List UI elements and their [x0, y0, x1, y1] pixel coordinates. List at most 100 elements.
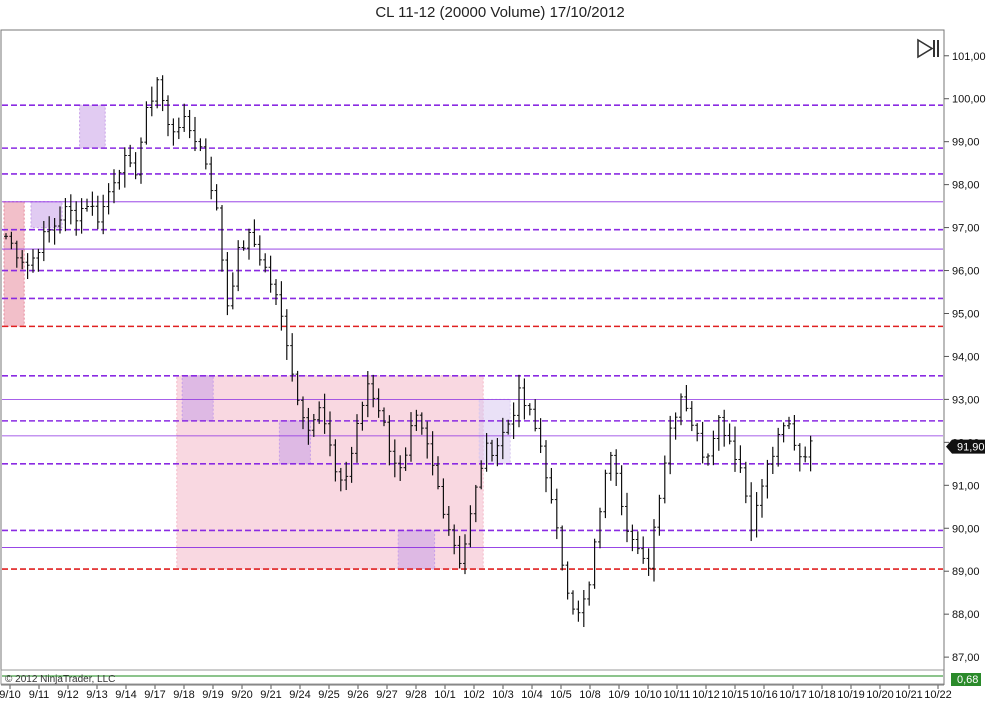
volume-panel-frame: [0, 669, 945, 685]
zone-box: [278, 420, 311, 465]
ohlc-bar: [90, 191, 95, 216]
ohlc-bar: [220, 205, 224, 272]
x-tick-label: 10/9: [608, 689, 629, 701]
ohlc-bar: [106, 183, 111, 215]
y-tick-label: 88,00: [952, 609, 980, 621]
x-tick-label: 9/14: [115, 689, 136, 701]
x-tick-label: 10/4: [521, 689, 542, 701]
ohlc-bar: [652, 519, 656, 582]
ohlc-bar: [182, 103, 187, 132]
x-tick-label: 10/16: [750, 689, 778, 701]
x-tick-label: 10/22: [924, 689, 952, 701]
ohlc-bar: [733, 426, 737, 472]
ohlc-bar: [171, 118, 176, 146]
ohlc-bar: [581, 589, 586, 628]
x-tick-label: 10/21: [895, 689, 923, 701]
ohlc-bar: [549, 467, 554, 504]
ohlc-bar: [587, 581, 592, 606]
x-tick-label: 9/26: [347, 689, 368, 701]
ohlc-bar: [74, 201, 79, 236]
ohlc-bar: [619, 465, 624, 516]
y-tick-label: 93,00: [952, 394, 980, 406]
ohlc-bar: [776, 427, 781, 467]
x-tick-label: 10/1: [434, 689, 455, 701]
ohlc-bar: [166, 95, 170, 137]
ohlc-bar: [565, 561, 570, 600]
x-tick-label: 10/17: [779, 689, 807, 701]
ohlc-bar: [614, 449, 619, 486]
ohlc-bar: [668, 415, 673, 475]
ohlc-bar: [122, 147, 127, 188]
y-tick-label: 99,00: [952, 137, 980, 149]
ohlc-bar: [209, 156, 214, 200]
ohlc-bar: [63, 198, 68, 232]
ohlc-bar: [797, 443, 802, 472]
y-tick-label: 100,00: [952, 94, 986, 106]
y-tick-label: 91,00: [952, 480, 980, 492]
ohlc-bar: [176, 117, 181, 140]
ohlc-bar: [598, 507, 602, 549]
plot-frame: [0, 29, 945, 671]
zone-box: [3, 201, 25, 327]
y-axis: 87,0088,0089,0090,0091,0092,0093,0094,00…: [944, 51, 986, 664]
x-tick-label: 9/21: [260, 689, 281, 701]
ohlc-bar: [808, 435, 813, 472]
zone-box: [397, 529, 436, 570]
ohlc-bar: [31, 249, 35, 273]
x-tick-label: 9/17: [144, 689, 165, 701]
y-tick-label: 95,00: [952, 308, 980, 320]
ohlc-bar: [760, 479, 764, 518]
x-tick-label: 10/2: [463, 689, 484, 701]
ohlc-bar: [803, 446, 808, 463]
ohlc-bar: [290, 333, 295, 382]
ohlc-bar: [560, 525, 565, 571]
zone-box: [478, 398, 511, 465]
ohlc-bar: [187, 109, 192, 139]
ohlc-bar: [139, 137, 143, 184]
ohlc-bar: [252, 219, 257, 247]
ohlc-bar: [85, 198, 89, 212]
ohlc-bar: [117, 169, 122, 190]
ohlc-bar: [749, 482, 754, 542]
zone-box: [30, 201, 63, 229]
x-axis: 9/10 9/11 9/12 9/13 9/14 9/17 9/18 9/19 9/20 9/21…: [0, 684, 952, 701]
x-tick-label: 10/3: [492, 689, 513, 701]
ohlc-bar: [225, 252, 230, 316]
chart-scroll-end-icon[interactable]: [917, 38, 939, 59]
ohlc-bar: [765, 459, 770, 499]
x-tick-label: 9/12: [57, 689, 78, 701]
x-tick-label: 9/28: [405, 689, 426, 701]
ohlc-bar: [230, 272, 235, 310]
x-tick-label: 10/18: [808, 689, 836, 701]
y-tick-label: 87,00: [952, 652, 980, 664]
x-tick-label: 9/18: [173, 689, 194, 701]
ohlc-bar: [149, 86, 154, 117]
ohlc-bar: [193, 116, 197, 152]
ohlc-bar: [695, 423, 700, 442]
y-tick-label: 97,00: [952, 223, 980, 235]
zone-box: [176, 375, 484, 570]
ohlc-bar: [214, 184, 219, 211]
x-tick-label: 9/20: [231, 689, 252, 701]
frame-layer: [0, 29, 945, 685]
ohlc-bar: [646, 548, 651, 576]
ohlc-bar: [203, 138, 208, 170]
volume-value-marker: 0,68: [951, 673, 981, 686]
ohlc-bar: [641, 536, 646, 564]
ohlc-bar: [603, 469, 608, 519]
ohlc-bar: [284, 309, 289, 360]
ohlc-bar: [576, 600, 581, 622]
ohlc-bar: [263, 253, 268, 273]
ohlc-bar: [95, 195, 100, 230]
ohlc-bar: [236, 240, 241, 292]
zones-layer: [3, 104, 511, 570]
y-tick-label: 94,00: [952, 351, 980, 363]
ohlc-bar: [257, 235, 262, 266]
x-tick-label: 9/27: [376, 689, 397, 701]
ohlc-bar: [25, 253, 30, 280]
ohlc-bar: [770, 446, 775, 474]
ohlc-bar: [571, 590, 575, 615]
x-tick-label: 9/13: [86, 689, 107, 701]
ohlc-bar: [722, 409, 727, 447]
x-tick-label: 9/11: [29, 689, 50, 701]
